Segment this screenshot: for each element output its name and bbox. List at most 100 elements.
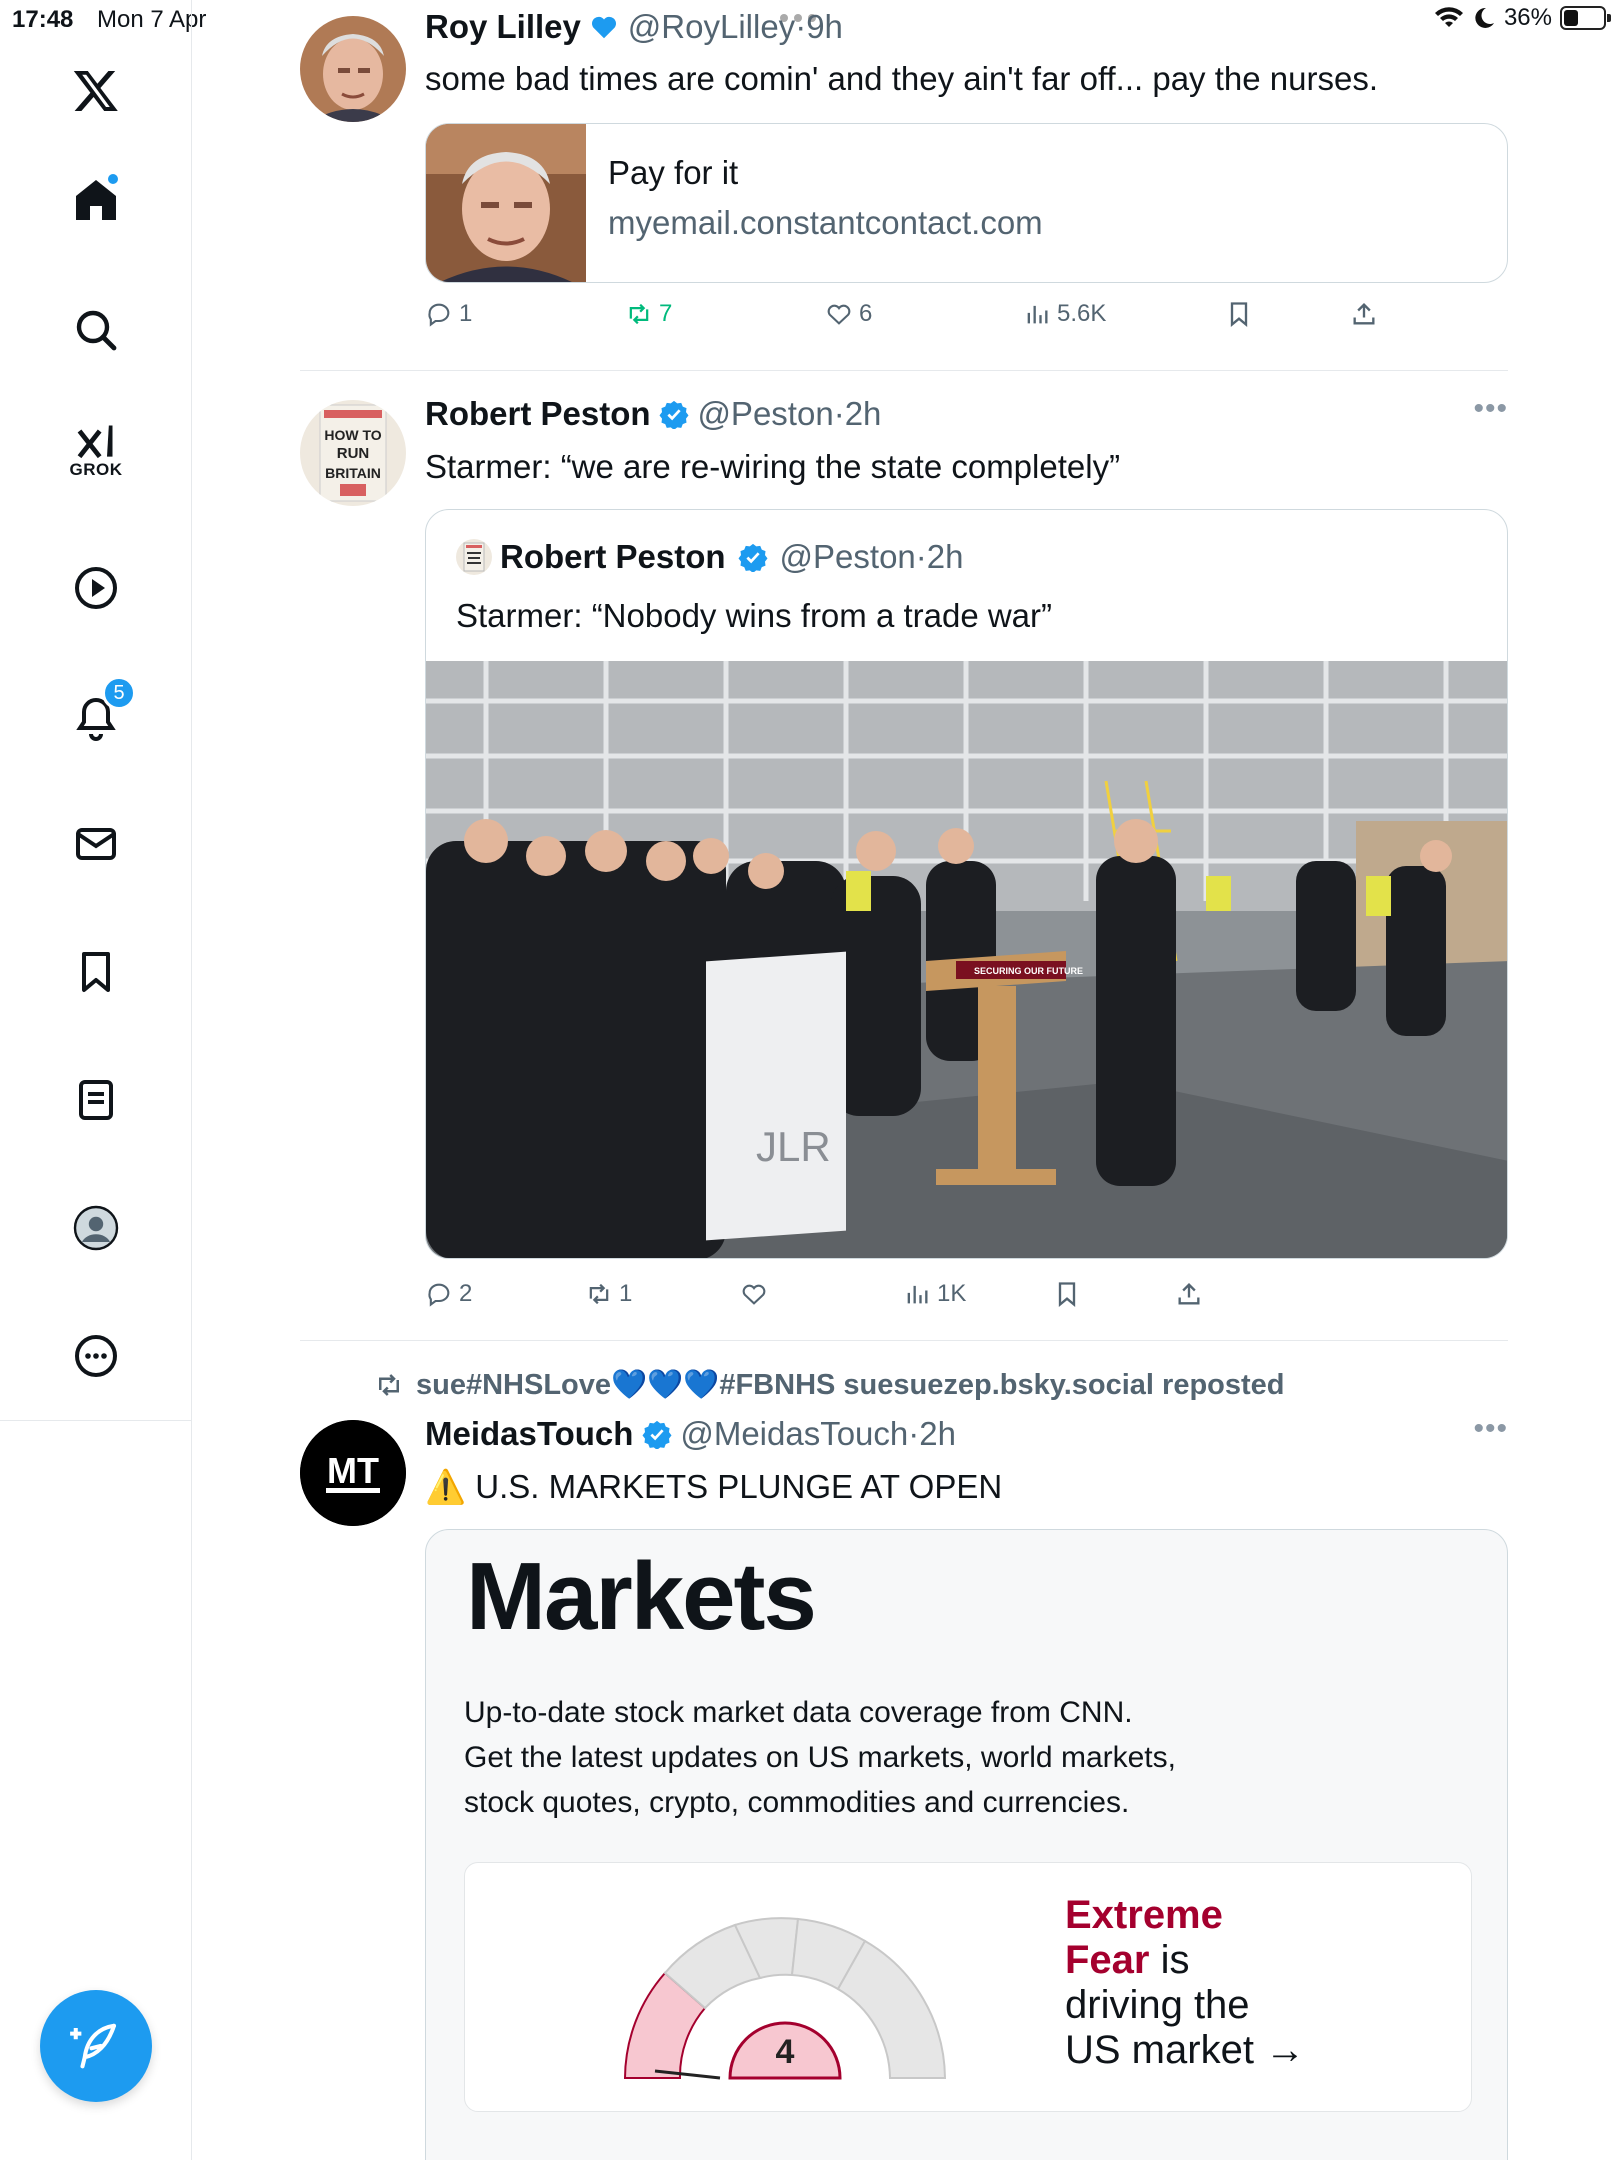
- view-count: 5.6K: [1057, 300, 1107, 327]
- reply-count: 2: [459, 1280, 473, 1307]
- grok-icon[interactable]: GROK: [56, 410, 136, 490]
- notifications-bell-icon[interactable]: 5: [56, 676, 136, 758]
- bookmark-button[interactable]: [1053, 1280, 1081, 1308]
- tweet-time[interactable]: 2h: [845, 395, 882, 432]
- videos-icon[interactable]: [56, 548, 136, 628]
- quoted-tweet-header: Robert Peston @Peston·2h: [456, 538, 964, 576]
- more-menu-icon[interactable]: •••: [1473, 1412, 1508, 1446]
- blue-heart-icon: [592, 16, 617, 39]
- markets-desc-line: Up-to-date stock market data coverage fr…: [464, 1696, 1133, 1729]
- verified-badge-icon: [642, 1420, 672, 1449]
- heart-icon: [742, 1284, 766, 1305]
- tweet-time[interactable]: 9h: [806, 8, 843, 45]
- gauge-text-is: is: [1149, 1938, 1190, 1982]
- reply-button[interactable]: 2: [425, 1280, 472, 1308]
- repost-icon: [629, 303, 649, 325]
- like-button[interactable]: [740, 1280, 768, 1308]
- author-name[interactable]: Robert Peston: [425, 395, 651, 432]
- author-handle[interactable]: @Peston: [697, 395, 833, 432]
- tweet-header: MeidasTouch @MeidasTouch·2h: [425, 1415, 956, 1453]
- quoted-tweet[interactable]: Robert Peston @Peston·2h Starmer: “Nobod…: [425, 509, 1508, 1259]
- bookmark-button[interactable]: [1225, 300, 1253, 328]
- views-button[interactable]: 5.6K: [1023, 300, 1106, 328]
- home-unread-dot: [106, 172, 120, 186]
- link-card-markets[interactable]: Markets Up-to-date stock market data cov…: [425, 1529, 1508, 2160]
- reply-count: 1: [459, 300, 473, 327]
- separator-dot: ·: [833, 395, 845, 432]
- svg-text:HOW TO: HOW TO: [324, 427, 381, 443]
- tweet-actions: 1 7 6 5.6K: [425, 300, 1508, 340]
- svg-text:RUN: RUN: [337, 445, 370, 462]
- fear-greed-gauge: 4: [623, 1917, 947, 2080]
- notifications-badge: 5: [102, 676, 136, 710]
- markets-desc-line: stock quotes, crypto, commodities and cu…: [464, 1786, 1130, 1819]
- heart-icon: [827, 304, 851, 325]
- repost-context[interactable]: sue#NHSLove💙💙💙#FBNHS suesuezep.bsky.soci…: [374, 1368, 1285, 1402]
- avatar[interactable]: MT: [300, 1420, 406, 1526]
- repost-count: 1: [619, 1280, 633, 1307]
- compose-post-button[interactable]: [40, 1990, 152, 2102]
- views-chart-icon: [1027, 305, 1048, 324]
- views-button[interactable]: 1K: [903, 1280, 966, 1308]
- markets-description: Up-to-date stock market data coverage fr…: [464, 1690, 1284, 1825]
- timeline: Roy Lilley @RoyLilley·9h some bad times …: [192, 0, 1620, 2160]
- tweet-text: Starmer: “we are re-wiring the state com…: [425, 448, 1121, 485]
- profile-avatar-icon[interactable]: [56, 1188, 136, 1268]
- repost-button[interactable]: 1: [585, 1280, 632, 1308]
- tweet-photo[interactable]: JLR SECURING OUR FUTURE: [426, 661, 1508, 1259]
- tweet-actions: 2 1 1K: [425, 1280, 1508, 1320]
- search-icon[interactable]: [56, 290, 136, 370]
- tweet-text: ⚠️ U.S. MARKETS PLUNGE AT OPEN: [425, 1468, 1002, 1507]
- markets-title: Markets: [466, 1543, 817, 1650]
- gauge-text-fear: Fear: [1065, 1938, 1150, 1982]
- separator-dot: ·: [795, 8, 807, 45]
- quoted-author-name: Robert Peston: [500, 538, 726, 575]
- avatar[interactable]: HOW TO RUN BRITAIN: [300, 400, 406, 506]
- avatar-text: MT: [327, 1450, 379, 1491]
- author-handle[interactable]: @RoyLilley: [628, 8, 795, 45]
- share-icon: [1178, 1283, 1200, 1305]
- link-card-image: [426, 124, 586, 282]
- separator-dot: ·: [915, 538, 927, 575]
- separator-dot: ·: [908, 1415, 920, 1452]
- repost-button[interactable]: 7: [625, 300, 672, 328]
- bookmarks-icon[interactable]: [56, 932, 136, 1012]
- home-icon[interactable]: [56, 160, 136, 240]
- avatar[interactable]: [300, 16, 406, 122]
- repost-icon: [379, 1374, 399, 1396]
- share-icon: [1353, 303, 1375, 325]
- link-card[interactable]: Pay for it myemail.constantcontact.com: [425, 123, 1508, 283]
- verified-badge-icon: [659, 400, 689, 429]
- tweet-header: Roy Lilley @RoyLilley·9h: [425, 8, 843, 46]
- quoted-tweet-time: 2h: [926, 538, 964, 575]
- sidebar: GROK 5: [0, 0, 192, 2160]
- gauge-value: 4: [776, 2033, 795, 2071]
- link-card-domain: myemail.constantcontact.com: [608, 204, 1043, 241]
- share-button[interactable]: [1175, 1280, 1203, 1308]
- gauge-text-extreme: Extreme: [1065, 1893, 1223, 1937]
- reply-icon: [428, 1283, 450, 1307]
- podium-logo: JLR: [756, 1123, 831, 1170]
- compose-feather-icon: [70, 2023, 117, 2069]
- views-chart-icon: [907, 1285, 928, 1304]
- author-name[interactable]: Roy Lilley: [425, 8, 581, 45]
- share-button[interactable]: [1350, 300, 1378, 328]
- tweet-text: some bad times are comin' and they ain't…: [425, 60, 1378, 97]
- repost-icon: [589, 1283, 609, 1305]
- author-handle[interactable]: @MeidasTouch: [680, 1415, 908, 1452]
- x-logo-icon[interactable]: [56, 50, 136, 130]
- lists-icon[interactable]: [56, 1060, 136, 1140]
- reply-button[interactable]: 1: [425, 300, 472, 328]
- view-count: 1K: [937, 1280, 967, 1307]
- sidebar-separator: [0, 1420, 192, 1421]
- fear-greed-summary[interactable]: Extreme Fear is driving the US market →: [1065, 1893, 1305, 2073]
- messages-icon[interactable]: [56, 804, 136, 884]
- more-menu-icon[interactable]: •••: [1473, 392, 1508, 426]
- gauge-text-us-market: US market: [1065, 2028, 1254, 2072]
- author-name[interactable]: MeidasTouch: [425, 1415, 633, 1452]
- like-button[interactable]: 6: [825, 300, 872, 328]
- quoted-tweet-text: Starmer: “Nobody wins from a trade war”: [456, 597, 1053, 634]
- tweet-time[interactable]: 2h: [919, 1415, 956, 1452]
- more-options-icon[interactable]: [56, 1316, 136, 1396]
- quoted-author-handle: @Peston: [779, 538, 916, 575]
